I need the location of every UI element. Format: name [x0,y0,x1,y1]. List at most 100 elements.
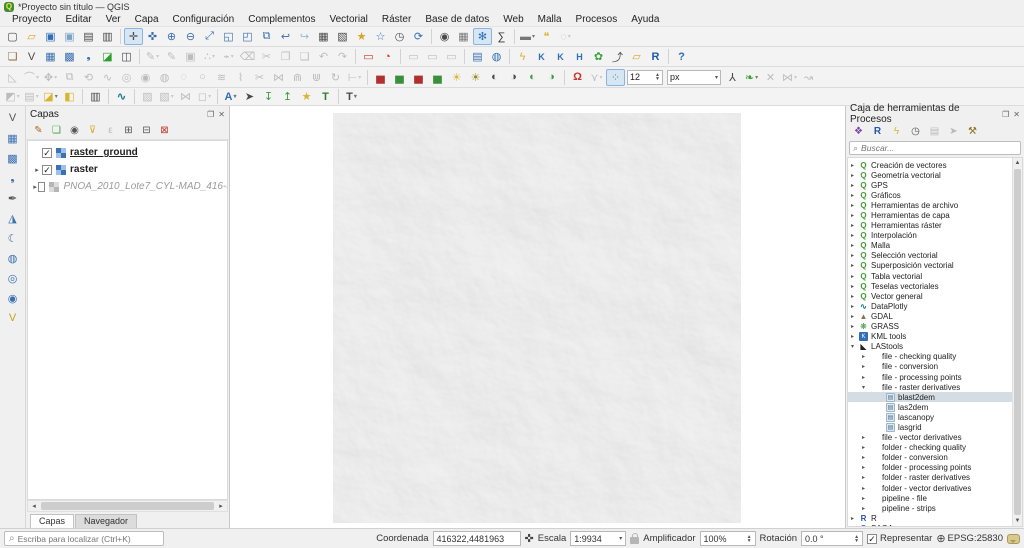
expander-icon[interactable]: ▸ [851,172,859,179]
increase-contrast-button[interactable]: ◐ [485,69,504,86]
toolbox-alg-blast2dem[interactable]: blast2dem [848,392,1012,402]
zoom-native-resolution-button[interactable]: ⧉ [257,28,276,45]
toolbox-file-processing-points[interactable]: ▸ file - processing points [848,372,1012,382]
profile-tool-button[interactable]: ⤴ [608,48,627,65]
float-panel-icon[interactable]: ❐ [1002,110,1009,119]
map-canvas[interactable] [230,106,845,528]
toolbox-kml-tools[interactable]: ▸ KML tools [848,332,1012,342]
undo-button[interactable]: ↶ [314,48,333,65]
show-pinned-labels-button[interactable]: ↥ [278,88,297,105]
add-part-button[interactable]: ◉ [136,69,155,86]
split-features-button[interactable]: ✂ [250,69,269,86]
spinner-arrows-icon[interactable]: ▲▼ [655,73,660,81]
menu-item[interactable]: Complementos [242,14,321,25]
html-export-button[interactable]: H [570,48,589,65]
expander-icon[interactable]: ▸ [851,182,859,189]
r-scripts-button[interactable]: R [869,124,886,139]
zoom-to-layer-button[interactable]: ◰ [238,28,257,45]
expand-all-button[interactable]: ⊞ [120,123,137,138]
new-print-layout-button[interactable]: ▤ [79,28,98,45]
toolbox-vector-general[interactable]: ▸ Vector general [848,291,1012,301]
expander-icon[interactable]: ▸ [851,293,859,300]
expander-icon[interactable]: ▸ [851,242,859,249]
toolbox-alg-lasgrid[interactable]: lasgrid [848,422,1012,432]
menu-item[interactable]: Ráster [376,14,417,25]
expander-icon[interactable]: ▸ [851,202,859,209]
expander-icon[interactable]: ▸ [851,283,859,290]
toolbox-folder-processing-points[interactable]: ▸ folder - processing points [848,463,1012,473]
close-panel-icon[interactable]: ✕ [218,110,225,119]
render-checkbox[interactable]: ✓ [867,534,877,544]
expander-icon[interactable]: ▸ [862,353,870,360]
decrease-gamma-button[interactable]: ◑ [542,69,561,86]
expander-icon[interactable]: ▸ [862,374,870,381]
mouse-extent-toggle-icon[interactable]: ✜ [525,532,534,545]
add-ring-button[interactable]: ◎ [117,69,136,86]
toolbox-herramientas-de-capa[interactable]: ▸ Herramientas de capa [848,210,1012,220]
add-raster-layer-button[interactable]: ▦ [41,48,60,65]
processing-toolbox-button[interactable]: ✻ [473,28,492,45]
offset-curve-button[interactable]: ≋ [212,69,231,86]
new-map-view-button[interactable]: ▦ [314,28,333,45]
layer-raster_ground[interactable]: ✓ raster_ground [28,144,227,161]
scroll-down-icon[interactable]: ▼ [1013,516,1022,526]
toolbox-seleccion-vectorial[interactable]: ▸ Selección vectorial [848,251,1012,261]
menu-item[interactable]: Capa [129,14,165,25]
label-tool-button-3[interactable]: ▭ [442,48,461,65]
increase-gamma-button[interactable]: ◐ [523,69,542,86]
locator-search[interactable]: ⌕ [4,531,164,546]
toolbox-folder-raster-derivatives[interactable]: ▸ folder - raster derivatives [848,473,1012,483]
layer-pnoa[interactable]: ▸ PNOA_2010_Lote7_CYL-MAD_416-4484_ORT-C… [28,178,227,195]
increase-brightness-button[interactable]: ☀ [447,69,466,86]
delete-ring-button[interactable]: ◌ [174,69,193,86]
avoid-intersections-button[interactable]: ⋈ [780,69,799,86]
text-annotation-button[interactable]: T [342,88,361,105]
toolbox-r[interactable]: ▸ R [848,513,1012,523]
toolbox-interpolacion[interactable]: ▸ Interpolación [848,231,1012,241]
refresh-map-button[interactable]: ⟳ [409,28,428,45]
layer-labeling-button[interactable]: ▭ [359,48,378,65]
layout-manager-button[interactable]: ▥ [98,28,117,45]
decrease-contrast-button[interactable]: ◑ [504,69,523,86]
render-toggle[interactable]: ✓ Representar [867,533,932,544]
expander-icon[interactable]: ▾ [851,343,859,350]
scroll-right-icon[interactable]: ▸ [215,502,227,510]
messages-icon[interactable] [1007,534,1020,544]
models-button[interactable]: ❖ [850,124,867,139]
toolbox-folder-checking-quality[interactable]: ▸ folder - checking quality [848,443,1012,453]
merge-attributes-button[interactable]: ⋓ [307,69,326,86]
scroll-left-icon[interactable]: ◂ [28,502,40,510]
expander-icon[interactable]: ▸ [862,444,870,451]
enable-snapping-button[interactable]: Ω [568,69,587,86]
save-layer-edits-button[interactable]: ▣ [181,48,200,65]
expander-icon[interactable]: ▸ [851,273,859,280]
add-mesh-layer-button[interactable]: ▩ [3,149,23,167]
dataplotly-button[interactable]: ∿ [112,88,131,105]
save-project-button[interactable]: ▣ [41,28,60,45]
new-project-button[interactable]: ▢ [3,28,22,45]
pan-to-selection-button[interactable]: ✜ [143,28,162,45]
select-features-button[interactable]: ◩ [3,88,22,105]
delete-part-button[interactable]: ○ [193,69,212,86]
decrease-brightness-button[interactable]: ☀ [466,69,485,86]
zoom-to-selection-button[interactable]: ◱ [219,28,238,45]
locator-input[interactable] [18,534,159,544]
toolbox-search-input[interactable] [861,143,1017,153]
snapping-tolerance-spinbox[interactable]: 12 ▲▼ [627,70,663,85]
menu-item[interactable]: Base de datos [419,14,495,25]
menu-item[interactable]: Editar [59,14,97,25]
add-mesh-layer-button[interactable]: ▩ [60,48,79,65]
highlight-labels-button[interactable]: ★ [297,88,316,105]
zoom-next-button[interactable]: ↪ [295,28,314,45]
save-project-as-button[interactable]: ▣ [60,28,79,45]
expander-icon[interactable]: ▸ [851,262,859,269]
help-button[interactable]: ? [672,48,691,65]
toolbox-creacion-de-vectores[interactable]: ▸ Creación de vectores [848,160,1012,170]
label-tool-button-2[interactable]: ▭ [423,48,442,65]
float-panel-icon[interactable]: ❐ [207,110,214,119]
self-snapping-button[interactable]: ↝ [799,69,818,86]
toolbox-file-raster-derivatives[interactable]: ▾ file - raster derivatives [848,382,1012,392]
snapping-grid-button[interactable]: ⁘ [606,69,625,86]
scroll-up-icon[interactable]: ▲ [1013,158,1022,168]
pan-map-button[interactable]: ✛ [124,28,143,45]
